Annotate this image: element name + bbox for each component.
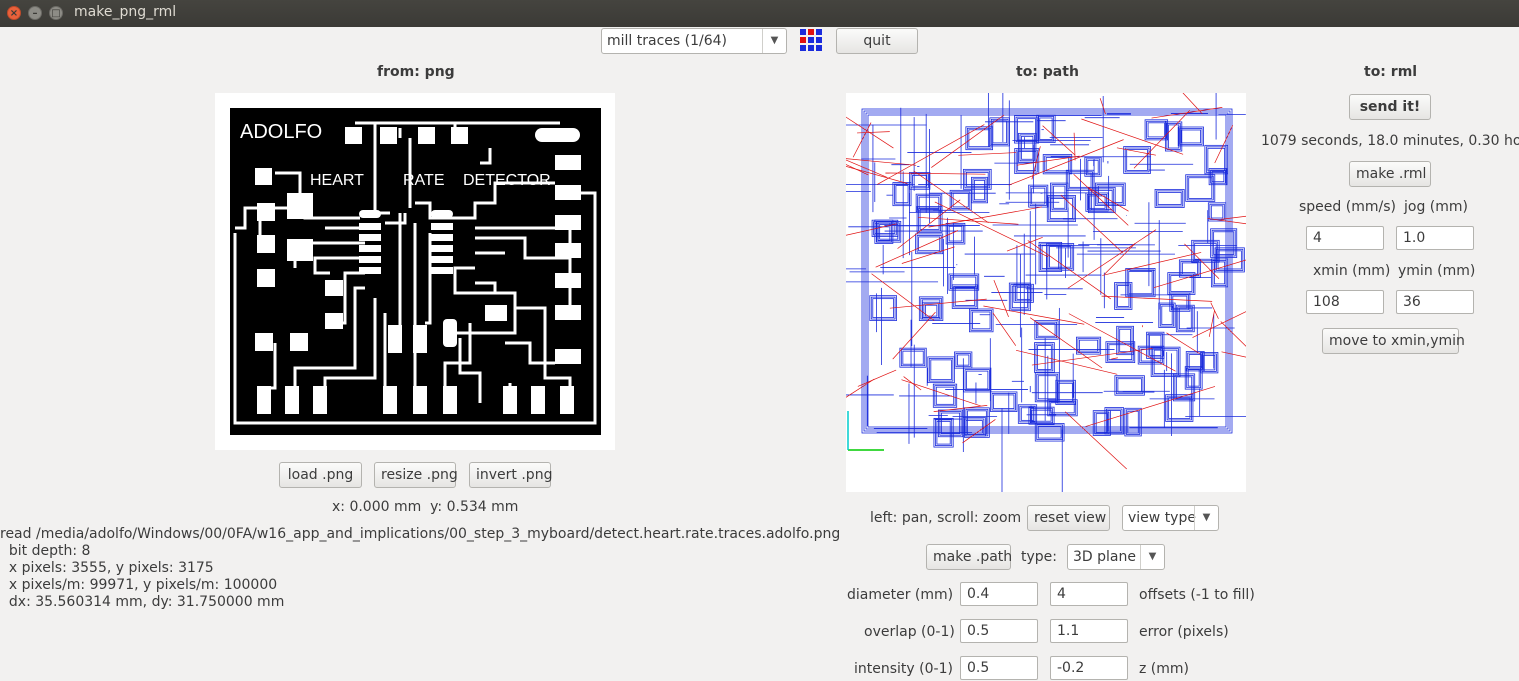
ymin-input[interactable] xyxy=(1396,290,1474,314)
chevron-down-icon: ▼ xyxy=(1140,545,1164,569)
board-label-name: ADOLFO xyxy=(240,121,322,143)
load-png-button[interactable]: load .png xyxy=(279,462,362,488)
info-line-path: read /media/adolfo/Windows/00/0FA/w16_ap… xyxy=(0,526,841,542)
move-to-xmin-ymin-button[interactable]: move to xmin,ymin xyxy=(1322,328,1465,354)
make-path-button[interactable]: make .path xyxy=(926,544,1012,570)
to-rml-title: to: rml xyxy=(1364,64,1418,80)
chevron-down-icon: ▼ xyxy=(762,29,786,53)
invert-png-button[interactable]: invert .png xyxy=(469,462,552,488)
time-estimate: 1079 seconds, 18.0 minutes, 0.30 hours xyxy=(1261,133,1519,149)
overlap-label: overlap (0-1) xyxy=(864,624,955,640)
window-title: make_png_rml xyxy=(74,4,177,20)
offsets-input[interactable] xyxy=(1050,582,1128,606)
make-rml-button[interactable]: make .rml xyxy=(1349,161,1431,187)
error-label: error (pixels) xyxy=(1139,624,1229,640)
error-input[interactable] xyxy=(1050,619,1128,643)
from-png-title: from: png xyxy=(377,64,455,80)
cursor-coordinates: x: 0.000 mm y: 0.534 mm xyxy=(332,499,519,515)
type-label: type: xyxy=(1021,549,1057,565)
view-type-value: view type xyxy=(1128,510,1196,526)
maximize-window-button[interactable]: □ xyxy=(49,6,63,20)
png-info-text: read /media/adolfo/Windows/00/0FA/w16_ap… xyxy=(0,526,840,611)
z-label: z (mm) xyxy=(1139,661,1189,677)
send-it-button[interactable]: send it! xyxy=(1349,94,1431,120)
resize-png-button[interactable]: resize .png xyxy=(374,462,458,488)
mode-select-value: mill traces (1/64) xyxy=(607,33,727,49)
diameter-label: diameter (mm) xyxy=(847,587,954,603)
reset-view-button[interactable]: reset view xyxy=(1027,505,1110,531)
view-type-select[interactable]: view type ▼ xyxy=(1122,505,1219,531)
close-window-button[interactable]: × xyxy=(7,6,21,20)
intensity-label: intensity (0-1) xyxy=(854,661,953,677)
diameter-input[interactable] xyxy=(960,582,1038,606)
speed-input[interactable] xyxy=(1306,226,1384,250)
board-label-rate: RATE xyxy=(403,172,444,189)
speed-label: speed (mm/s) xyxy=(1299,199,1396,215)
intensity-input[interactable] xyxy=(960,656,1038,680)
info-line-bit-depth: bit depth: 8 xyxy=(0,543,91,559)
path-type-select[interactable]: 3D plane ▼ xyxy=(1067,544,1165,570)
offsets-label: offsets (-1 to fill) xyxy=(1139,587,1255,603)
mode-select[interactable]: mill traces (1/64) ▼ xyxy=(601,28,787,54)
overlap-input[interactable] xyxy=(960,619,1038,643)
view-help-text: left: pan, scroll: zoom xyxy=(870,510,1022,526)
info-line-pixels: x pixels: 3555, y pixels: 3175 xyxy=(0,560,214,576)
xmin-label: xmin (mm) xyxy=(1313,263,1391,279)
window-titlebar: × – □ make_png_rml xyxy=(0,0,1519,27)
board-label-detector: DETECTOR xyxy=(463,172,551,189)
minimize-window-button[interactable]: – xyxy=(28,6,42,20)
path-preview-canvas[interactable] xyxy=(846,93,1246,492)
png-preview-canvas[interactable]: ADOLFO HEART RATE DETECTOR xyxy=(215,93,615,450)
jog-input[interactable] xyxy=(1396,226,1474,250)
board-label-heart: HEART xyxy=(310,172,364,189)
xmin-input[interactable] xyxy=(1306,290,1384,314)
z-input[interactable] xyxy=(1050,656,1128,680)
info-line-dimensions: dx: 35.560314 mm, dy: 31.750000 mm xyxy=(0,594,285,610)
fab-modules-grid-icon xyxy=(800,29,822,51)
jog-label: jog (mm) xyxy=(1404,199,1468,215)
info-line-pixels-per-m: x pixels/m: 99971, y pixels/m: 100000 xyxy=(0,577,278,593)
to-path-title: to: path xyxy=(1016,64,1079,80)
ymin-label: ymin (mm) xyxy=(1398,263,1476,279)
path-type-value: 3D plane xyxy=(1073,549,1136,565)
chevron-down-icon: ▼ xyxy=(1194,506,1218,530)
quit-button[interactable]: quit xyxy=(836,28,918,54)
